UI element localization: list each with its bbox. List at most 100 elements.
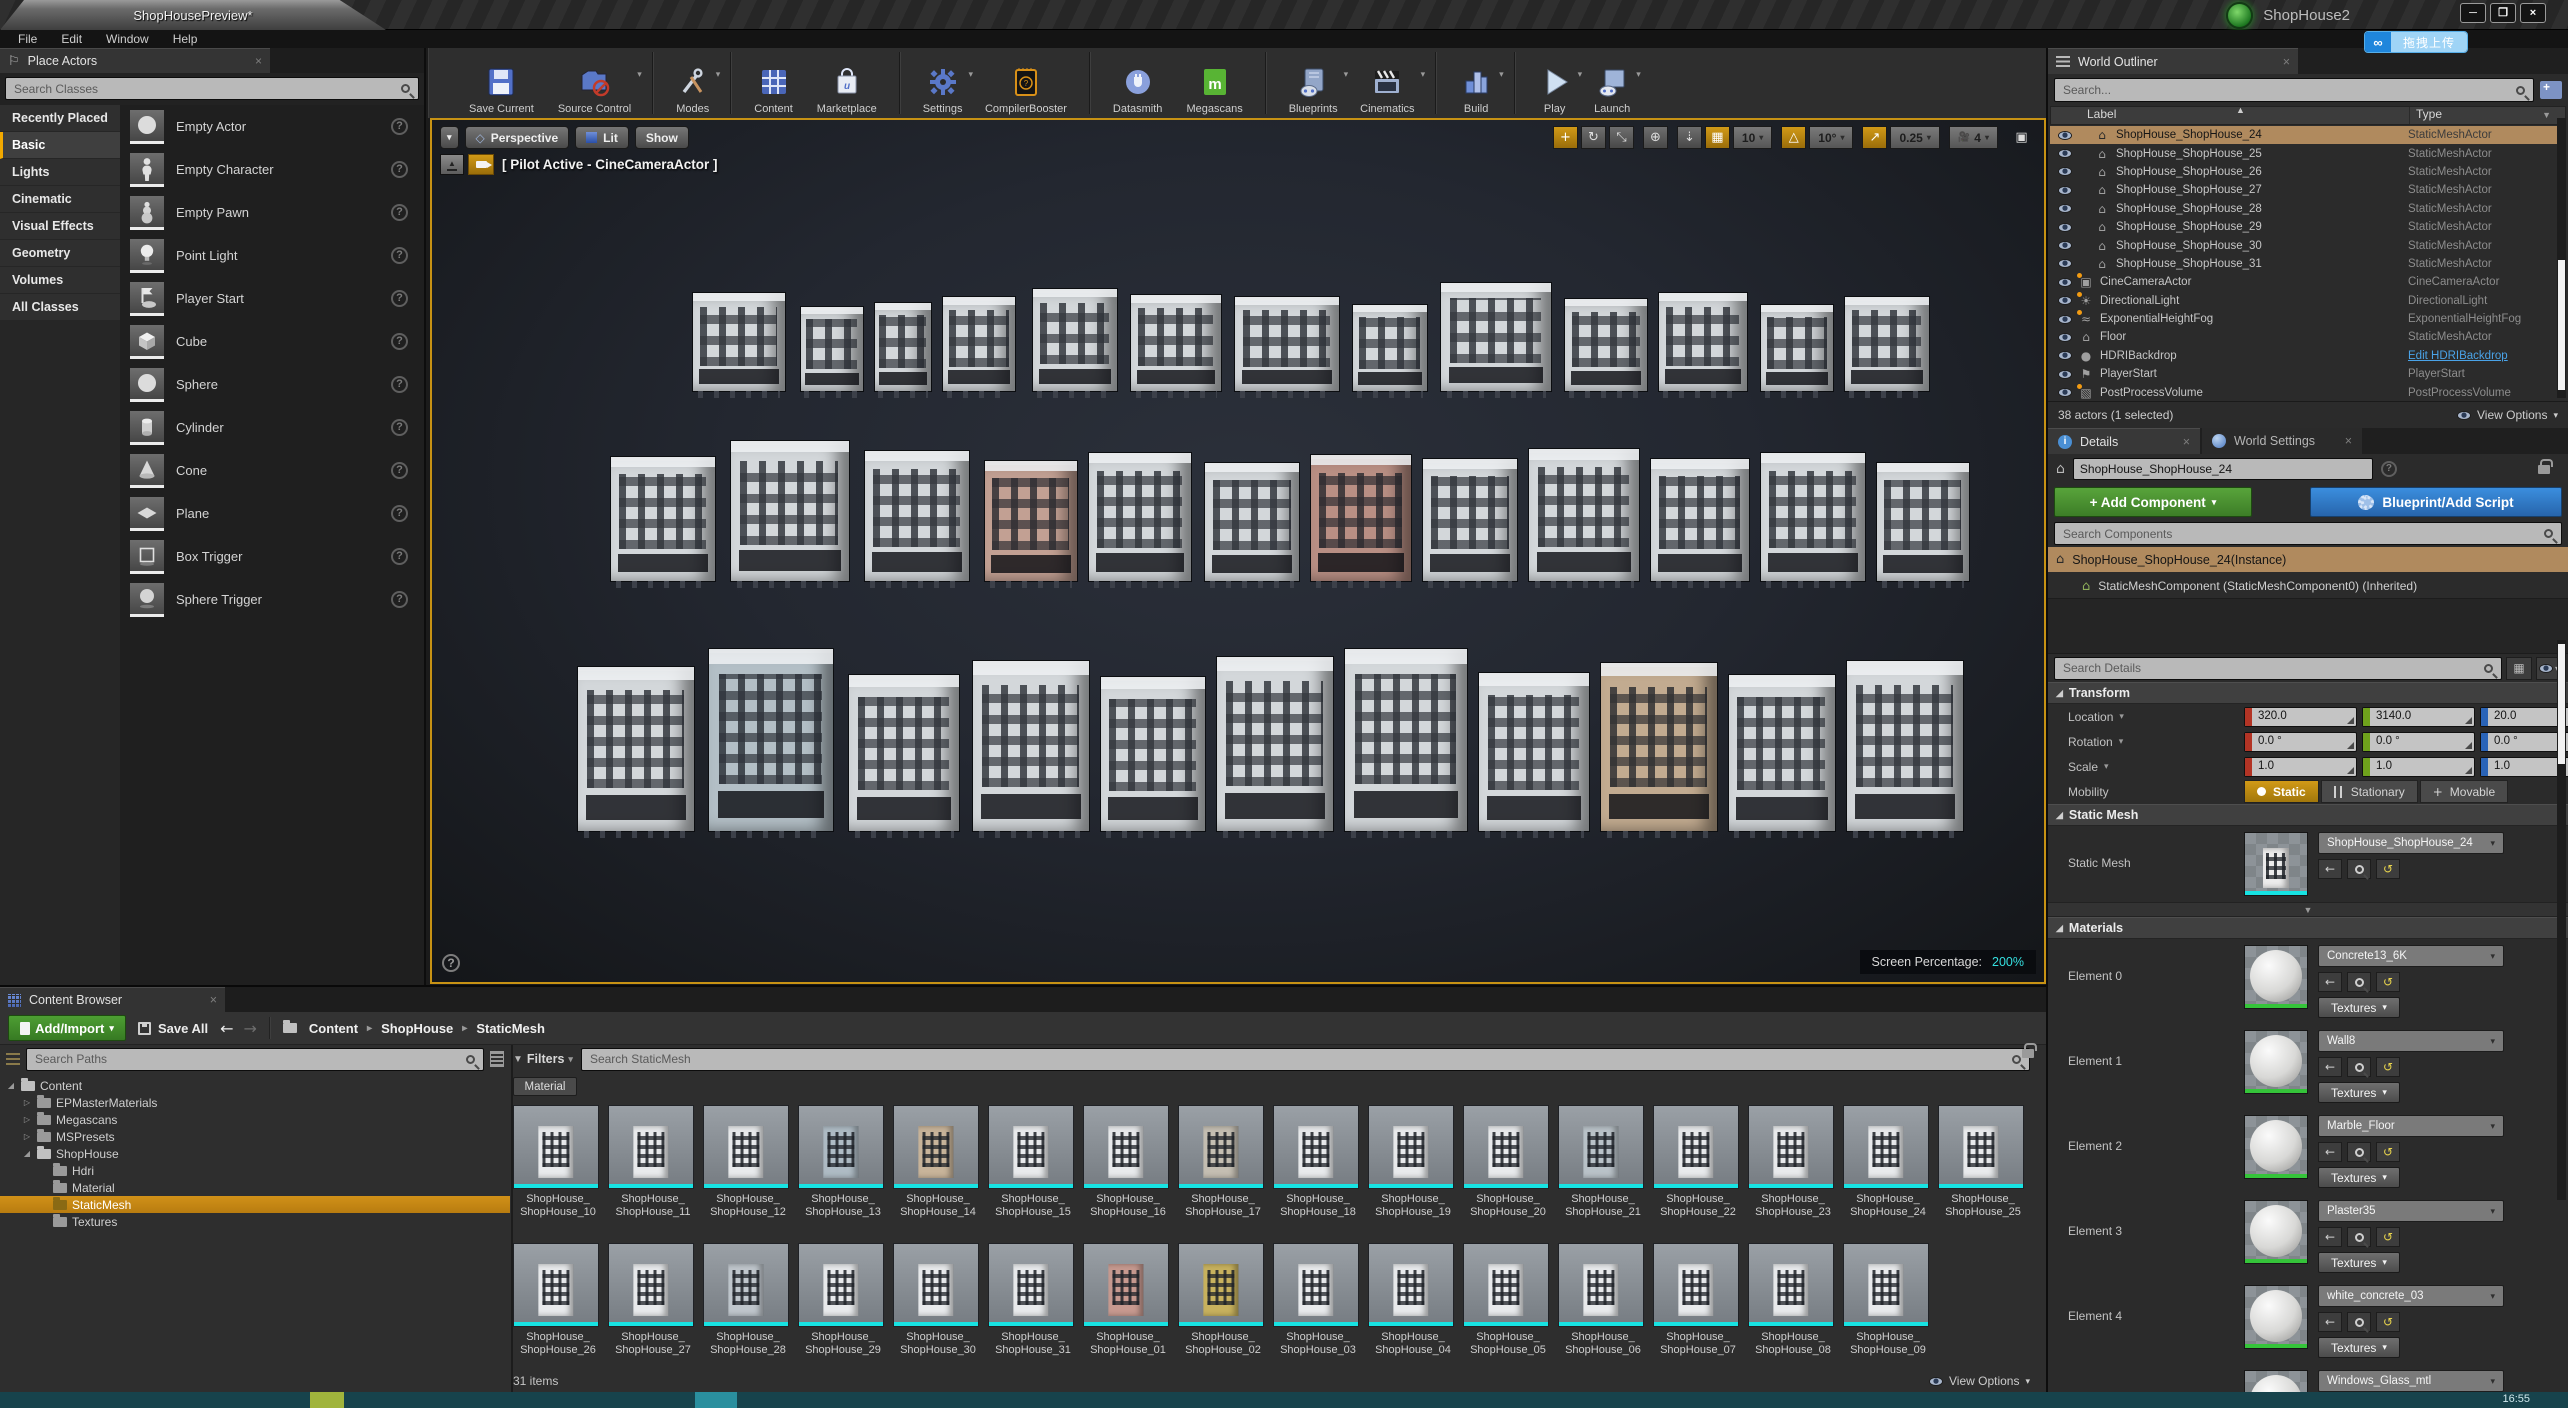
static-mesh-component-row[interactable]: ⌂ StaticMeshComponent (StaticMeshCompone… (2048, 574, 2568, 598)
material-thumbnail[interactable] (2244, 1285, 2308, 1349)
rotate-tool-button[interactable]: ↻ (1581, 126, 1606, 149)
material-dropdown[interactable]: Plaster35▾ (2318, 1200, 2504, 1222)
back-icon[interactable]: ← (220, 1019, 233, 1038)
material-thumbnail[interactable] (2244, 1370, 2308, 1392)
help-icon[interactable]: ? (391, 548, 408, 565)
folder-content[interactable]: ◢Content (0, 1077, 510, 1094)
outliner-row[interactable]: ⌂ShopHouse_ShopHouse_25StaticMeshActor (2050, 144, 2566, 162)
visibility-eye-icon[interactable] (2058, 241, 2072, 250)
folder-shophouse[interactable]: ◢ShopHouse (0, 1145, 510, 1162)
asset-tile[interactable]: ShopHouse_ShopHouse_24 (1843, 1105, 1933, 1219)
actor-name-field[interactable] (2073, 458, 2373, 480)
asset-tile[interactable]: ShopHouse_ShopHouse_08 (1748, 1243, 1838, 1357)
browse-icon[interactable] (2347, 1312, 2371, 1332)
asset-tile[interactable]: ShopHouse_ShopHouse_19 (1368, 1105, 1458, 1219)
section-expander[interactable]: ▼ (2048, 902, 2568, 917)
folder-megascans[interactable]: ▷Megascans (0, 1111, 510, 1128)
asset-tile[interactable]: ShopHouse_ShopHouse_15 (988, 1105, 1078, 1219)
maximize-viewport-button[interactable]: ▣ (2009, 126, 2034, 149)
lock-icon[interactable] (2538, 465, 2550, 474)
expander-icon[interactable]: ◢ (6, 1081, 16, 1090)
eject-pilot-button[interactable]: ▲ (440, 154, 464, 175)
outliner-row[interactable]: ●HDRIBackdropEdit HDRIBackdrop (2050, 347, 2566, 365)
tab-world-outliner[interactable]: World Outliner × (2048, 48, 2298, 74)
help-icon[interactable]: ? (391, 204, 408, 221)
place-item-empty-actor[interactable]: Empty Actor? (120, 105, 424, 148)
reset-icon[interactable]: ↺ (2376, 1057, 2400, 1077)
sidebar-item-recently-placed[interactable]: Recently Placed (0, 105, 120, 132)
place-item-cone[interactable]: Cone? (120, 449, 424, 492)
axis-field-z[interactable]: 20.0 (2480, 707, 2568, 727)
material-dropdown[interactable]: Windows_Glass_mtl▾ (2318, 1370, 2504, 1392)
outliner-row[interactable]: ⌂ShopHouse_ShopHouse_30StaticMeshActor (2050, 236, 2566, 254)
reset-icon[interactable]: ↺ (2376, 1312, 2400, 1332)
asset-tile[interactable]: ShopHouse_ShopHouse_07 (1653, 1243, 1743, 1357)
axis-field-y[interactable]: 1.0 (2362, 757, 2475, 777)
rotation-snap-value[interactable]: 10°▾ (1809, 126, 1853, 149)
lit-button[interactable]: Lit (575, 126, 629, 149)
asset-tile[interactable]: ShopHouse_ShopHouse_09 (1843, 1243, 1933, 1357)
sidebar-item-basic[interactable]: Basic (0, 132, 120, 159)
asset-tile[interactable]: ShopHouse_ShopHouse_11 (608, 1105, 698, 1219)
blueprint-add-script-button[interactable]: Blueprint/Add Script (2310, 487, 2562, 517)
close-icon[interactable]: × (255, 54, 262, 68)
static-mesh-section-header[interactable]: ◢Static Mesh (2048, 804, 2568, 826)
asset-tile[interactable]: ShopHouse_ShopHouse_30 (893, 1243, 983, 1357)
axis-field-z[interactable]: 0.0 ° (2480, 732, 2568, 752)
browse-icon[interactable] (2347, 1057, 2371, 1077)
asset-tile[interactable]: ShopHouse_ShopHouse_18 (1273, 1105, 1363, 1219)
menu-edit[interactable]: Edit (51, 32, 92, 46)
material-dropdown[interactable]: Wall8▾ (2318, 1030, 2504, 1052)
edit-hdri-link[interactable]: Edit HDRIBackdrop (2408, 350, 2508, 362)
visibility-eye-icon[interactable] (2058, 186, 2072, 195)
taskbar-app-1[interactable] (310, 1392, 344, 1408)
pilot-camera-button[interactable] (468, 154, 494, 175)
drag-corner-icon[interactable] (2346, 758, 2356, 776)
save-all-button[interactable]: Save All (138, 1021, 208, 1036)
use-selected-icon[interactable]: ← (2318, 972, 2342, 992)
sidebar-item-volumes[interactable]: Volumes (0, 267, 120, 294)
property-label[interactable]: Scale▾ (2048, 760, 2244, 774)
outliner-row[interactable]: ≈ExponentialHeightFogExponentialHeightFo… (2050, 310, 2566, 328)
visibility-eye-icon[interactable] (2058, 388, 2072, 397)
search-paths-input[interactable]: Search Paths (26, 1048, 484, 1071)
axis-field-x[interactable]: 0.0 ° (2244, 732, 2357, 752)
material-dropdown[interactable]: Concrete13_6K▾ (2318, 945, 2504, 967)
column-label[interactable]: Label (2051, 107, 2409, 124)
surface-snap-button[interactable]: ⇣ (1677, 126, 1702, 149)
asset-tile[interactable]: ShopHouse_ShopHouse_03 (1273, 1243, 1363, 1357)
help-icon[interactable]: ? (391, 462, 408, 479)
asset-tile[interactable]: ShopHouse_ShopHouse_10 (513, 1105, 603, 1219)
lock-icon[interactable] (2022, 1049, 2034, 1058)
visibility-eye-icon[interactable] (2058, 370, 2072, 379)
close-button[interactable]: × (2520, 3, 2546, 23)
asset-tile[interactable]: ShopHouse_ShopHouse_26 (513, 1243, 603, 1357)
outliner-row[interactable]: ▧PostProcessVolumePostProcessVolume (2050, 383, 2566, 401)
scrollbar-thumb[interactable] (2558, 260, 2565, 390)
sources-toggle-icon[interactable] (6, 1053, 20, 1065)
material-thumbnail[interactable] (2244, 1030, 2308, 1094)
drag-corner-icon[interactable] (2464, 758, 2474, 776)
cb-view-options[interactable]: View Options▾ (1929, 1374, 2030, 1388)
use-selected-icon[interactable]: ← (2318, 1057, 2342, 1077)
static-mesh-thumbnail[interactable] (2244, 832, 2308, 896)
drag-upload-badge[interactable]: ∞ 拖拽上传 (2364, 31, 2468, 53)
folder-epmastermaterials[interactable]: ▷EPMasterMaterials (0, 1094, 510, 1111)
outliner-row[interactable]: ⌂ShopHouse_ShopHouse_29StaticMeshActor (2050, 218, 2566, 236)
visibility-eye-icon[interactable] (2058, 167, 2072, 176)
place-item-sphere[interactable]: Sphere? (120, 363, 424, 406)
toolbar-button-settings[interactable]: Settings (911, 48, 975, 118)
asset-tile[interactable]: ShopHouse_ShopHouse_01 (1083, 1243, 1173, 1357)
place-item-box-trigger[interactable]: Box Trigger? (120, 535, 424, 578)
help-icon[interactable]: ? (391, 333, 408, 350)
textures-button[interactable]: Textures▾ (2318, 1082, 2400, 1103)
material-thumbnail[interactable] (2244, 1115, 2308, 1179)
help-icon[interactable]: ? (391, 161, 408, 178)
asset-tile[interactable]: ShopHouse_ShopHouse_16 (1083, 1105, 1173, 1219)
toolbar-button-modes[interactable]: Modes (664, 48, 722, 118)
toolbar-button-launch[interactable]: Launch (1582, 48, 1642, 118)
property-matrix-button[interactable]: ▦ (2506, 657, 2532, 680)
scale-tool-button[interactable]: ⤡ (1609, 126, 1634, 149)
menu-file[interactable]: File (8, 32, 47, 46)
move-tool-button[interactable]: + (1553, 126, 1578, 149)
